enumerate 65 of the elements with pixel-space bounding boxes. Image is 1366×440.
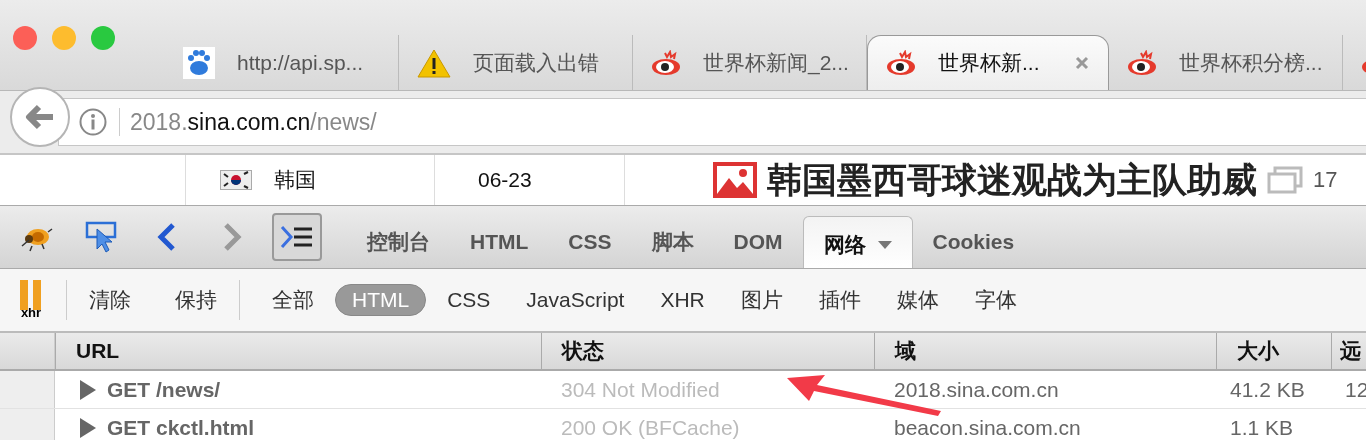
filter-button[interactable]: 图片 — [725, 282, 798, 318]
back-arrow-icon — [25, 104, 55, 130]
row-gutter — [0, 371, 55, 408]
command-tool-button[interactable] — [272, 213, 322, 261]
filter-button[interactable]: 字体 — [959, 282, 1032, 318]
gallery-icon — [1267, 166, 1303, 194]
image-icon — [713, 162, 757, 198]
expand-triangle-icon[interactable] — [79, 416, 97, 439]
column-header[interactable]: 大小 — [1216, 333, 1331, 369]
panel-tab[interactable]: 网络 — [802, 216, 913, 268]
flag-icon — [220, 170, 252, 190]
url-text[interactable]: 2018.sina.com.cn/news/ — [130, 108, 377, 136]
close-window-button[interactable] — [13, 26, 37, 50]
request-url[interactable]: GET ckctl.html — [107, 415, 255, 440]
left-chevron-icon — [156, 222, 178, 252]
browser-tab[interactable]: 世界杯新... — [867, 35, 1109, 90]
action-button[interactable]: 保持 — [153, 286, 239, 314]
action-button[interactable]: 清除 — [67, 286, 153, 314]
pause-bars-icon — [18, 280, 44, 310]
close-icon[interactable] — [1074, 55, 1090, 71]
match-date: 06-23 — [478, 168, 532, 192]
panel-tab[interactable]: DOM — [713, 216, 803, 268]
zoom-button[interactable] — [91, 26, 115, 50]
filter-button[interactable]: JavaScript — [511, 284, 640, 316]
column-header[interactable]: 状态 — [541, 333, 874, 369]
browser-tab[interactable]: 页面载入出错 — [399, 35, 633, 90]
info-icon — [79, 108, 107, 136]
table-cell: 200 OK (BFCache) — [561, 415, 740, 440]
photo-count: 17 — [1313, 167, 1338, 193]
dropdown-caret-icon — [877, 240, 892, 249]
filter-button[interactable]: XHR — [645, 284, 720, 316]
command-line-icon — [280, 224, 314, 250]
eye-logo-icon — [886, 50, 916, 76]
browser-tab[interactable]: 世界杯积分榜... — [1109, 35, 1343, 90]
eye-logo-icon — [1127, 49, 1157, 76]
filter-button[interactable]: 插件 — [803, 282, 876, 318]
filter-button[interactable]: CSS — [432, 284, 506, 316]
team-name: 韩国 — [274, 167, 316, 193]
eye-logo-icon — [651, 49, 681, 76]
table-cell: 41.2 KB — [1230, 377, 1305, 402]
filter-button[interactable]: 全部 — [257, 282, 329, 318]
panel-tab[interactable]: CSS — [548, 216, 632, 268]
panel-tab[interactable]: HTML — [450, 216, 549, 268]
right-chevron-icon — [221, 222, 243, 252]
browser-tab[interactable]: 世界杯新闻_2... — [633, 35, 867, 90]
table-cell: 1.1 KB — [1230, 415, 1294, 440]
back-button[interactable] — [10, 87, 70, 147]
filter-button[interactable]: 媒体 — [881, 282, 954, 318]
table-cell: beacon.sina.com.cn — [894, 415, 1081, 440]
panel-tab[interactable]: 控制台 — [347, 216, 450, 268]
warning-icon — [417, 47, 451, 78]
expand-triangle-icon[interactable] — [79, 378, 97, 401]
paw-icon — [183, 46, 215, 79]
column-header[interactable]: 远 — [1331, 333, 1366, 369]
request-url[interactable]: GET /news/ — [107, 377, 221, 402]
table-cell: 2018.sina.com.cn — [894, 377, 1059, 402]
row-gutter — [0, 409, 55, 440]
cursor-icon — [85, 221, 119, 253]
news-headline[interactable]: 韩国墨西哥球迷观战为主队助威 — [767, 156, 1257, 204]
column-header[interactable]: 域 — [874, 333, 1216, 369]
panel-tab[interactable]: 脚本 — [631, 216, 714, 268]
browser-tab[interactable]: http://api.sp... — [165, 35, 399, 90]
column-header[interactable]: URL — [55, 333, 541, 369]
table-cell: 304 Not Modified — [561, 377, 720, 402]
panel-tab[interactable]: Cookies — [912, 216, 1035, 268]
